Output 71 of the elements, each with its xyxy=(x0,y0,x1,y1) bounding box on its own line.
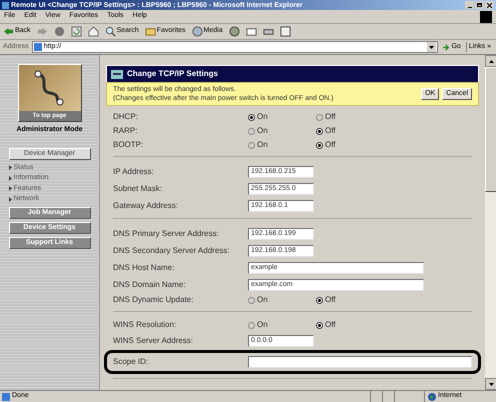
radio-button[interactable] xyxy=(248,114,255,120)
go-arrow-icon xyxy=(443,44,450,50)
radio-option[interactable]: Off xyxy=(316,319,384,331)
scope-id-field[interactable] xyxy=(248,356,472,368)
field-label: DNS Dynamic Update: xyxy=(113,294,194,306)
panel-title: Change TCP/IP Settings xyxy=(127,68,218,80)
browser-icon xyxy=(2,2,9,8)
settings-panel-icon xyxy=(111,70,123,78)
radio-option[interactable]: On xyxy=(248,139,316,151)
radio-label: On xyxy=(257,125,268,137)
field-label: Gateway Address: xyxy=(113,200,179,212)
field-label: BOOTP: xyxy=(113,139,144,151)
radio-label: On xyxy=(257,139,268,151)
radio-button[interactable] xyxy=(316,114,323,120)
toolbar-button[interactable] xyxy=(88,26,99,37)
scroll-up-arrow-icon[interactable] xyxy=(488,60,494,62)
page-icon xyxy=(2,392,10,400)
triangle-bullet-icon xyxy=(8,196,12,202)
radio-label: Off xyxy=(325,319,336,331)
refresh-icon xyxy=(70,26,82,37)
back-arrow-icon xyxy=(3,26,14,37)
radio-option[interactable]: Off xyxy=(316,111,384,123)
radio-label: Off xyxy=(325,111,336,123)
radio-option[interactable]: On xyxy=(248,294,316,306)
radio-option[interactable]: Off xyxy=(316,139,384,151)
radio-label: On xyxy=(257,111,268,123)
triangle-bullet-icon xyxy=(8,186,12,192)
radio-label: Off xyxy=(325,294,336,306)
globe-icon xyxy=(428,392,436,400)
page-icon xyxy=(34,43,42,51)
search-icon xyxy=(104,26,116,37)
field-label: DNS Secondary Server Address: xyxy=(113,244,230,256)
minimize-button[interactable] xyxy=(465,1,474,9)
maximize-button[interactable] xyxy=(475,1,484,9)
radio-button[interactable] xyxy=(248,128,255,134)
field-label: DNS Primary Server Address: xyxy=(113,228,220,240)
radio-option[interactable]: On xyxy=(248,125,316,137)
close-button[interactable] xyxy=(485,1,494,9)
radio-label: On xyxy=(257,319,268,331)
field-label: RARP: xyxy=(113,125,138,137)
favorites-folder-icon xyxy=(144,26,156,37)
field-label: DNS Host Name: xyxy=(113,262,176,274)
field-label: IP Address: xyxy=(113,166,155,178)
field-label: Subnet Mask: xyxy=(113,182,163,194)
radio-button[interactable] xyxy=(316,128,323,134)
field-label: DNS Domain Name: xyxy=(113,278,186,290)
radio-button[interactable] xyxy=(248,142,255,148)
radio-option[interactable]: On xyxy=(248,111,316,123)
radio-button[interactable] xyxy=(248,322,255,328)
scrollbar-thumb[interactable] xyxy=(485,67,496,192)
field-label: WINS Server Address: xyxy=(113,334,194,346)
radio-label: Off xyxy=(325,139,336,151)
forward-arrow-icon xyxy=(36,26,48,37)
radio-button[interactable] xyxy=(316,322,323,328)
radio-option[interactable]: On xyxy=(248,319,316,331)
vertical-scrollbar[interactable] xyxy=(485,55,496,390)
field-label: DHCP: xyxy=(113,111,139,123)
field-label: WINS Resolution: xyxy=(113,319,178,331)
radio-option[interactable]: Off xyxy=(316,294,384,306)
radio-option[interactable]: Off xyxy=(316,125,384,137)
radio-button[interactable] xyxy=(316,142,323,148)
radio-button[interactable] xyxy=(248,296,255,304)
radio-button[interactable] xyxy=(316,296,323,304)
triangle-bullet-icon xyxy=(8,176,12,181)
field-label: Scope ID: xyxy=(113,356,150,368)
toolbar-button[interactable] xyxy=(70,26,82,37)
radio-label: Off xyxy=(325,125,336,137)
scroll-down-arrow-icon[interactable] xyxy=(488,382,494,386)
home-icon xyxy=(88,26,99,37)
triangle-bullet-icon xyxy=(8,165,12,170)
radio-label: On xyxy=(257,294,268,306)
